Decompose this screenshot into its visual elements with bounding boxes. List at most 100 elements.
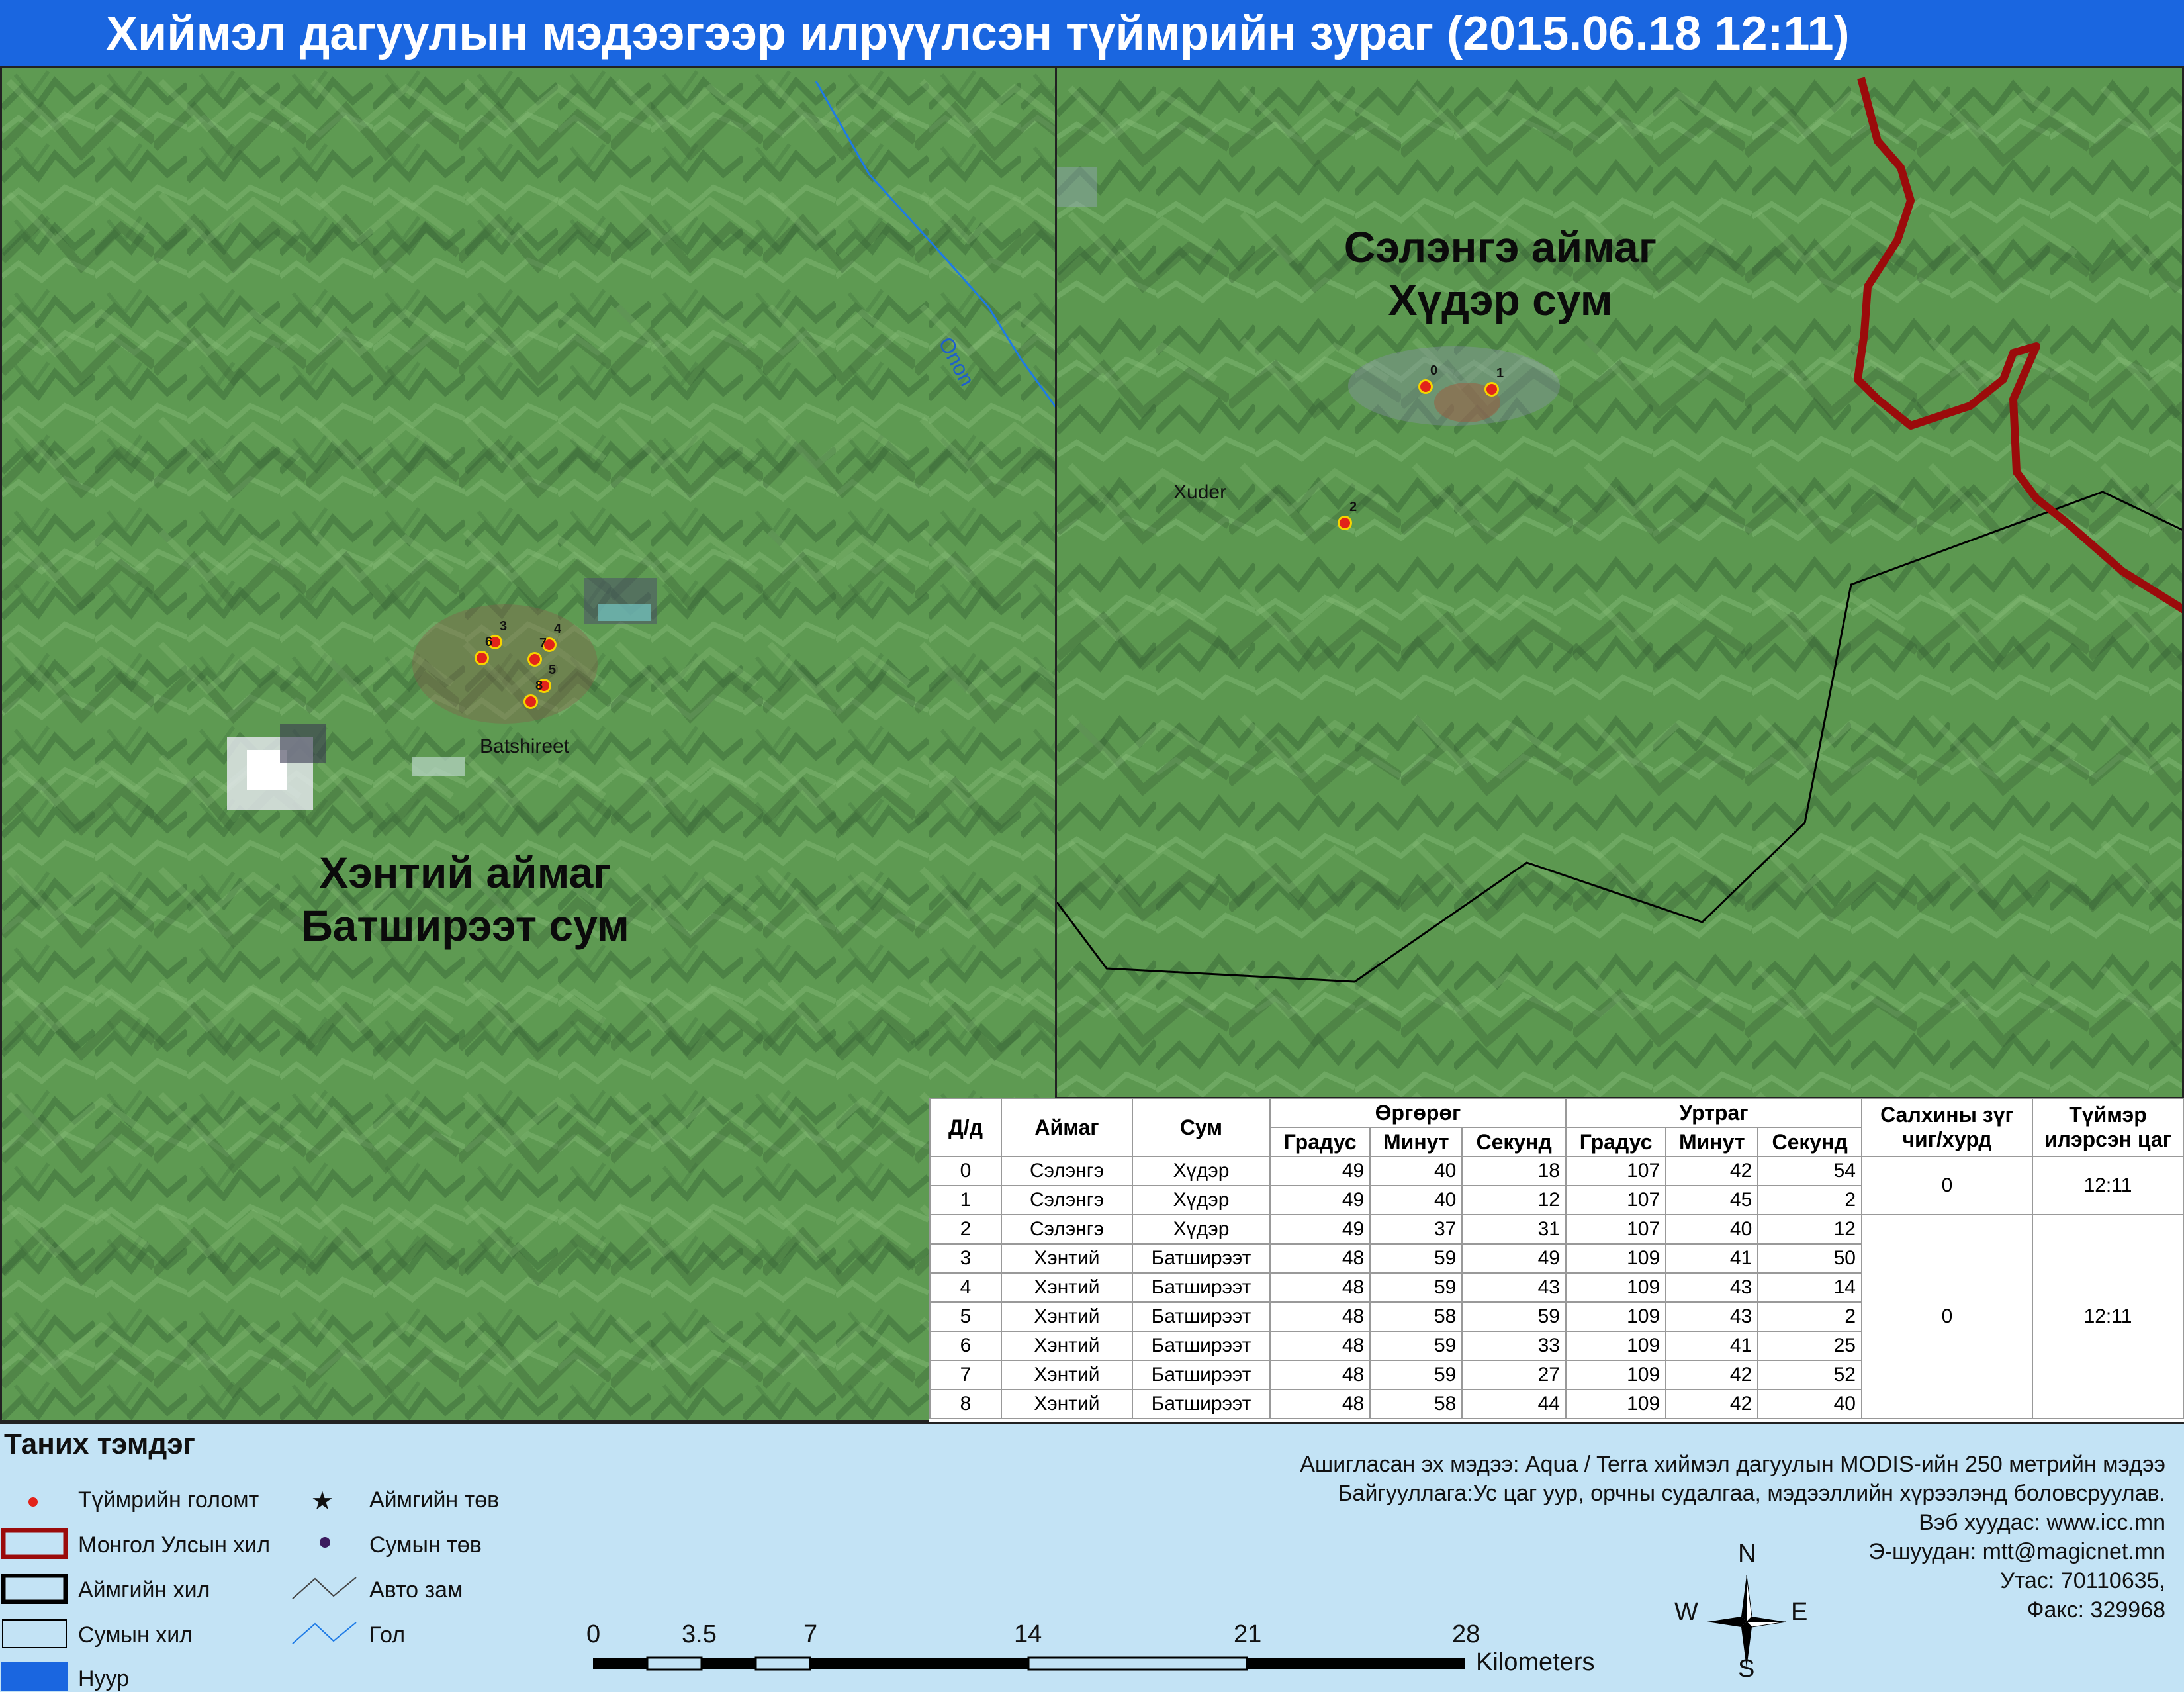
scale-tick-0: 0	[586, 1621, 601, 1648]
cell-wind-group1: 0	[1861, 1156, 2033, 1215]
national-border-legend-icon	[1, 1528, 68, 1559]
cell-lon-min: 41	[1665, 1243, 1759, 1274]
scale-tick-21: 21	[1234, 1621, 1262, 1648]
cell-lat-deg: 48	[1269, 1360, 1371, 1390]
fire-label-7: 7	[539, 636, 547, 651]
cell-sum: Батширээт	[1132, 1272, 1271, 1303]
cell-lat-min: 40	[1369, 1185, 1463, 1215]
fire-label-4: 4	[554, 622, 562, 636]
star-icon: ★	[311, 1487, 334, 1515]
cell-aimag: Хэнтий	[1001, 1272, 1133, 1303]
cell-lon-sec: 2	[1757, 1301, 1862, 1332]
cell-lon-deg: 107	[1565, 1185, 1667, 1215]
cell-lat-sec: 31	[1461, 1214, 1567, 1245]
info-source: Ашигласан эх мэдээ: Aqua / Terra хиймэл …	[1300, 1452, 2165, 1477]
cell-wind-group2: 0	[1861, 1214, 2033, 1419]
th-lat-min: Минут	[1369, 1127, 1463, 1157]
cell-lon-sec: 40	[1757, 1389, 1862, 1419]
fire-point-0[interactable]	[1418, 379, 1433, 394]
th-lon-sec: Секунд	[1757, 1127, 1862, 1157]
cell-sum: Хүдэр	[1132, 1185, 1271, 1215]
cell-sum: Хүдэр	[1132, 1156, 1271, 1186]
th-latitude: Өргөрөг	[1269, 1098, 1567, 1128]
cell-sum: Батширээт	[1132, 1243, 1271, 1274]
cell-aimag: Хэнтий	[1001, 1243, 1133, 1274]
cell-lon-min: 43	[1665, 1272, 1759, 1303]
fire-point-1[interactable]	[1484, 382, 1499, 397]
cell-id: 0	[929, 1156, 1002, 1186]
info-web: Вэб хуудас: www.icc.mn	[1919, 1510, 2165, 1535]
cell-aimag: Сэлэнгэ	[1001, 1185, 1133, 1215]
scale-bar-graphic	[593, 1656, 1465, 1671]
cell-lon-min: 42	[1665, 1156, 1759, 1186]
compass-w: W	[1674, 1598, 1698, 1626]
cell-lon-min: 42	[1665, 1389, 1759, 1419]
fire-point-8[interactable]	[523, 694, 538, 709]
cell-lon-sec: 54	[1757, 1156, 1862, 1186]
legend-road: Авто зам	[369, 1577, 463, 1603]
scale-tick-3-5: 3.5	[682, 1621, 717, 1648]
right-map-panel[interactable]: Сэлэнгэ аймаг Хүдэр сум Xuder 0 1 2	[1055, 66, 2184, 1099]
cell-lon-deg: 109	[1565, 1243, 1667, 1274]
fire-point-2[interactable]	[1338, 516, 1352, 530]
cell-aimag: Сэлэнгэ	[1001, 1156, 1133, 1186]
river-legend-icon	[292, 1622, 357, 1644]
cell-lat-deg: 49	[1269, 1214, 1371, 1245]
compass-n: N	[1738, 1540, 1756, 1568]
cell-id: 5	[929, 1301, 1002, 1332]
left-area-label: Хэнтий аймаг Батширээт сум	[214, 846, 717, 952]
scale-tick-28: 28	[1452, 1621, 1480, 1648]
th-time: Түймэр илэрсэн цаг	[2032, 1098, 2184, 1157]
cell-lon-sec: 25	[1757, 1331, 1862, 1361]
cell-sum: Батширээт	[1132, 1331, 1271, 1361]
cell-lon-sec: 2	[1757, 1185, 1862, 1215]
table-row: 2 Сэлэнгэ Хүдэр 49 37 31 107 40 12 0 12:…	[929, 1214, 2184, 1419]
cell-lat-min: 59	[1369, 1272, 1463, 1303]
cell-id: 3	[929, 1243, 1002, 1274]
cell-lat-sec: 44	[1461, 1389, 1567, 1419]
legend-sum-center: Сумын төв	[369, 1532, 482, 1558]
info-email: Э-шуудан: mtt@magicnet.mn	[1868, 1539, 2165, 1564]
legend-panel: Таних тэмдэг Түймрийн голомт Монгол Улсы…	[0, 1422, 2184, 1691]
fire-legend-icon	[28, 1497, 38, 1507]
cell-sum: Хүдэр	[1132, 1214, 1271, 1245]
sum-center-legend-icon	[320, 1537, 330, 1548]
scale-unit: Kilometers	[1476, 1648, 1595, 1676]
legend-fire: Түймрийн голомт	[78, 1487, 259, 1513]
cell-aimag: Сэлэнгэ	[1001, 1214, 1133, 1245]
fire-point-7[interactable]	[527, 652, 542, 667]
cell-lat-deg: 48	[1269, 1272, 1371, 1303]
th-longitude: Уртраг	[1565, 1098, 1863, 1128]
legend-river: Гол	[369, 1622, 406, 1648]
compass-s: S	[1738, 1655, 1755, 1683]
cell-sum: Батширээт	[1132, 1360, 1271, 1390]
left-aimag-name: Хэнтий аймаг	[319, 848, 612, 897]
cell-lon-deg: 109	[1565, 1389, 1667, 1419]
cell-lat-deg: 48	[1269, 1331, 1371, 1361]
cell-sum: Батширээт	[1132, 1301, 1271, 1332]
fire-label-6: 6	[485, 635, 493, 649]
cell-lat-sec: 49	[1461, 1243, 1567, 1274]
cell-lon-deg: 107	[1565, 1156, 1667, 1186]
cell-time-group2: 12:11	[2032, 1214, 2184, 1419]
fire-point-6[interactable]	[475, 651, 489, 665]
cell-lon-min: 40	[1665, 1214, 1759, 1245]
cell-lon-deg: 109	[1565, 1272, 1667, 1303]
cell-aimag: Хэнтий	[1001, 1360, 1133, 1390]
legend-national-border: Монгол Улсын хил	[78, 1532, 271, 1558]
right-area-label: Сэлэнгэ аймаг Хүдэр сум	[1189, 220, 1811, 326]
sum-border-legend-icon	[2, 1619, 67, 1648]
legend-aimag-border: Аймгийн хил	[78, 1577, 210, 1603]
aimag-border-legend-icon	[1, 1574, 68, 1604]
left-map-panel[interactable]: Onon Хэнтий аймаг Батширээт сум Batshire…	[0, 66, 1058, 1422]
cell-id: 8	[929, 1389, 1002, 1419]
cell-id: 4	[929, 1272, 1002, 1303]
place-batshireet: Batshireet	[480, 735, 570, 757]
cell-lon-min: 43	[1665, 1301, 1759, 1332]
fire-table: Д/д Аймаг Сум Өргөрөг Уртраг Салхины зүг…	[929, 1098, 2184, 1419]
cell-lon-min: 45	[1665, 1185, 1759, 1215]
cell-aimag: Хэнтий	[1001, 1331, 1133, 1361]
th-wind: Салхины зүг чиг/хурд	[1861, 1098, 2033, 1157]
info-phone: Утас: 70110635,	[2000, 1568, 2165, 1593]
right-sum-name: Хүдэр сум	[1388, 275, 1613, 324]
